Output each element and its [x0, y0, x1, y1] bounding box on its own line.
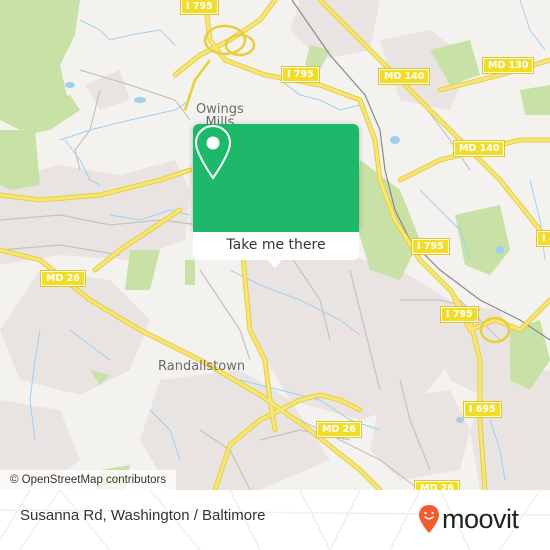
road-shield-md130: MD 130: [481, 57, 535, 74]
footer-bar: Susanna Rd, Washington / Baltimore moovi…: [0, 490, 550, 550]
popup-pointer: [268, 260, 282, 268]
moovit-pin-icon: [419, 505, 439, 533]
location-pin-icon: [194, 124, 232, 180]
place-label-randallstown: Randallstown: [158, 359, 246, 374]
road-shield-i795: I 795: [180, 0, 219, 15]
road-shield-interstate: I: [536, 230, 550, 247]
road-shield-md26: MD 26: [316, 421, 362, 438]
road-shield-md140: MD 140: [377, 68, 431, 85]
map-canvas[interactable]: Owings Mills Randallstown I 795 I 795 MD…: [0, 0, 550, 490]
road-shield-i795: I 795: [411, 238, 450, 255]
destination-popup: Take me there: [193, 124, 359, 268]
moovit-logo[interactable]: moovit: [418, 502, 519, 536]
road-shield-md26: MD 26: [414, 480, 460, 490]
road-shield-md140: MD 140: [452, 140, 506, 157]
popup-header: [193, 124, 359, 232]
map-attribution[interactable]: © OpenStreetMap contributors: [0, 470, 177, 490]
moovit-wordmark: moovit: [442, 504, 519, 534]
road-shield-i695: I 695: [463, 401, 502, 418]
take-me-there-button[interactable]: Take me there: [193, 232, 359, 260]
road-shield-i795: I 795: [281, 66, 320, 83]
road-shield-md26: MD 26: [40, 270, 86, 287]
road-shield-i795: I 795: [440, 306, 479, 323]
location-title: Susanna Rd, Washington / Baltimore: [20, 507, 266, 524]
